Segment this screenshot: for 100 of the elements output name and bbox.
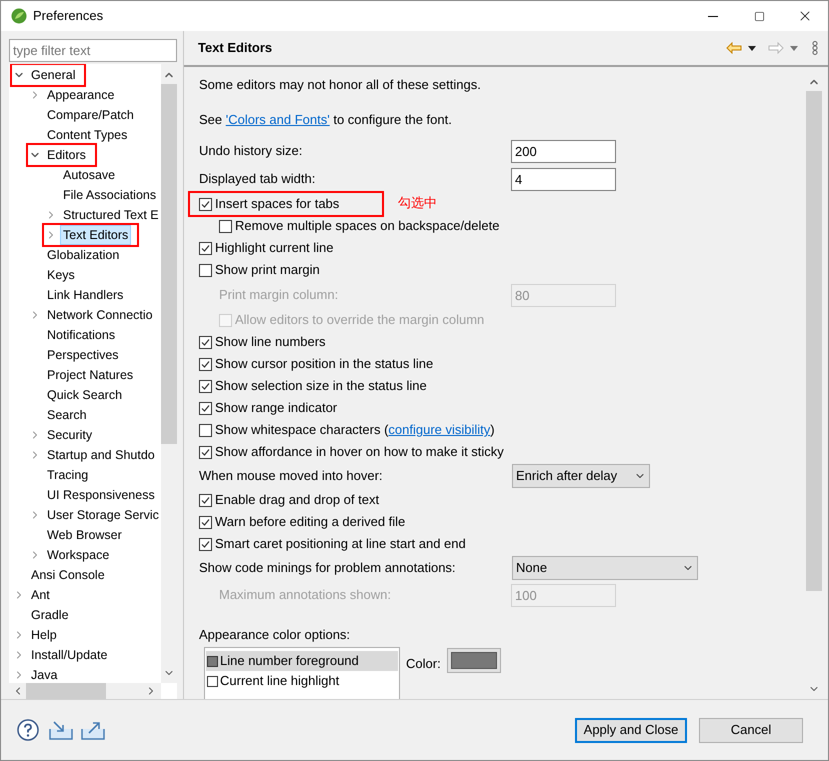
option-label: Show selection size in the status line (215, 377, 427, 396)
tree-item[interactable]: Web Browser (44, 525, 125, 545)
input-field[interactable]: 4 (511, 168, 616, 190)
option-label: Show line numbers (215, 333, 326, 352)
tree-item[interactable]: Workspace (44, 545, 112, 565)
color-options-list[interactable]: Line number foreground Current line highlight (204, 647, 400, 699)
field-label: When mouse moved into hover: (199, 467, 384, 486)
option-label: Remove multiple spaces on backspace/delete (235, 217, 500, 236)
option-label: Show affordance in hover on how to make it sticky (215, 443, 504, 462)
tree-item[interactable]: Tracing (44, 465, 92, 485)
dialog-button[interactable]: Cancel (699, 718, 803, 742)
input-field[interactable]: 200 (511, 140, 616, 162)
scrollbar[interactable] (161, 64, 177, 683)
tree-item[interactable]: Globalization (44, 245, 122, 265)
option-label: Insert spaces for tabs (215, 195, 340, 214)
option-label: Show whitespace characters (configure visibility) (215, 421, 495, 440)
tree-item[interactable]: General (28, 65, 78, 85)
tree-item[interactable]: Appearance (44, 85, 118, 105)
field-label: Print margin column: (219, 286, 340, 304)
option-label: Warn before editing a derived file (215, 513, 406, 532)
page-title: Text Editors (198, 39, 272, 58)
tree-item[interactable]: Compare/Patch (44, 105, 137, 125)
tree-item[interactable]: Autosave (60, 165, 118, 185)
tree-item[interactable]: Quick Search (44, 385, 126, 405)
checkbox[interactable] (199, 242, 212, 254)
export-icon[interactable] (81, 719, 105, 741)
annotation-note: 勾选中 (398, 195, 437, 214)
checkbox[interactable] (199, 424, 212, 436)
checkbox[interactable] (199, 516, 212, 528)
check-icon (201, 338, 210, 346)
tree-item[interactable]: UI Responsiveness (44, 485, 158, 505)
scrollbar-thumb[interactable] (161, 84, 177, 444)
dialog-button[interactable]: Apply and Close (575, 718, 687, 742)
tree-item[interactable]: Content Types (44, 125, 130, 145)
checkbox[interactable] (199, 402, 212, 414)
dropdown[interactable]: None (512, 556, 698, 580)
field-label: Maximum annotations shown: (219, 586, 392, 604)
help-icon[interactable] (17, 719, 39, 741)
color-button[interactable] (446, 648, 501, 673)
tree-item[interactable]: Search (44, 405, 90, 425)
checkbox[interactable] (199, 198, 212, 210)
option-label: Some editors may not honor all of these settings. (199, 76, 481, 94)
tree-item[interactable]: File Associations (60, 185, 160, 205)
check-icon (201, 404, 210, 412)
tree-item[interactable]: Gradle (28, 605, 72, 625)
checkbox[interactable] (199, 494, 212, 506)
tree-item[interactable]: Notifications (44, 325, 118, 345)
checkbox[interactable] (199, 264, 212, 276)
check-icon (201, 518, 210, 526)
tree-item[interactable]: Text Editors (60, 225, 132, 245)
tree-item[interactable]: Link Handlers (44, 285, 126, 305)
tree-item[interactable]: Perspectives (44, 345, 122, 365)
check-icon (201, 200, 210, 208)
check-icon (201, 244, 210, 252)
scrollbar-thumb[interactable] (26, 683, 106, 699)
field-label: Undo history size: (199, 142, 304, 160)
checkbox[interactable] (199, 446, 212, 458)
option-label: Show print margin (215, 261, 320, 280)
filter-field[interactable]: type filter text (9, 39, 177, 62)
color-label: Color: (406, 655, 441, 673)
tree-item[interactable]: Startup and Shutdo (44, 445, 158, 465)
field-label: Show code minings for problem annotations: (199, 559, 457, 578)
tree-item[interactable]: Install/Update (28, 645, 110, 665)
list-item[interactable]: Line number foreground (206, 651, 398, 671)
option-label: Show cursor position in the status line (215, 355, 434, 374)
checkbox[interactable] (219, 220, 232, 232)
tree-item[interactable]: Editors (44, 145, 89, 165)
import-icon[interactable] (49, 719, 73, 741)
option-label: Show range indicator (215, 399, 338, 418)
tree-item[interactable]: Ansi Console (28, 565, 108, 585)
checkbox[interactable] (199, 380, 212, 392)
checkbox[interactable] (199, 538, 212, 550)
option-label: Allow editors to override the margin column (235, 311, 484, 330)
section-label: Appearance color options: (199, 626, 350, 644)
tree-item[interactable]: Ant (28, 585, 53, 605)
link[interactable]: 'Colors and Fonts' (226, 112, 330, 127)
tree-item[interactable]: Network Connectio (44, 305, 156, 325)
tree-item[interactable]: Security (44, 425, 96, 445)
dropdown-arrow-icon[interactable] (748, 46, 756, 50)
dropdown[interactable]: Enrich after delay (512, 464, 650, 488)
option-label: Enable drag and drop of text (215, 491, 380, 510)
horizontal-scrollbar[interactable] (9, 683, 161, 699)
checkbox[interactable] (199, 358, 212, 370)
window-title: Preferences (33, 7, 104, 26)
more-icon[interactable] (812, 41, 818, 55)
scrollbar-thumb[interactable] (806, 91, 822, 591)
tree-item[interactable]: Help (28, 625, 60, 645)
link[interactable]: configure visibility (388, 422, 490, 438)
check-icon (201, 448, 210, 456)
tree-item[interactable]: Keys (44, 265, 78, 285)
tree-item[interactable]: Java (28, 665, 60, 683)
tree-item[interactable]: Project Natures (44, 365, 136, 385)
tree-item[interactable]: Structured Text E (60, 205, 161, 225)
list-item[interactable]: Current line highlight (206, 671, 398, 691)
back-arrow-icon[interactable] (726, 42, 742, 54)
option-label: See 'Colors and Fonts' to configure the font. (199, 110, 452, 129)
checkbox[interactable] (199, 336, 212, 348)
tree-item[interactable]: User Storage Servic (44, 505, 161, 525)
check-icon (201, 382, 210, 390)
check-icon (201, 540, 210, 548)
